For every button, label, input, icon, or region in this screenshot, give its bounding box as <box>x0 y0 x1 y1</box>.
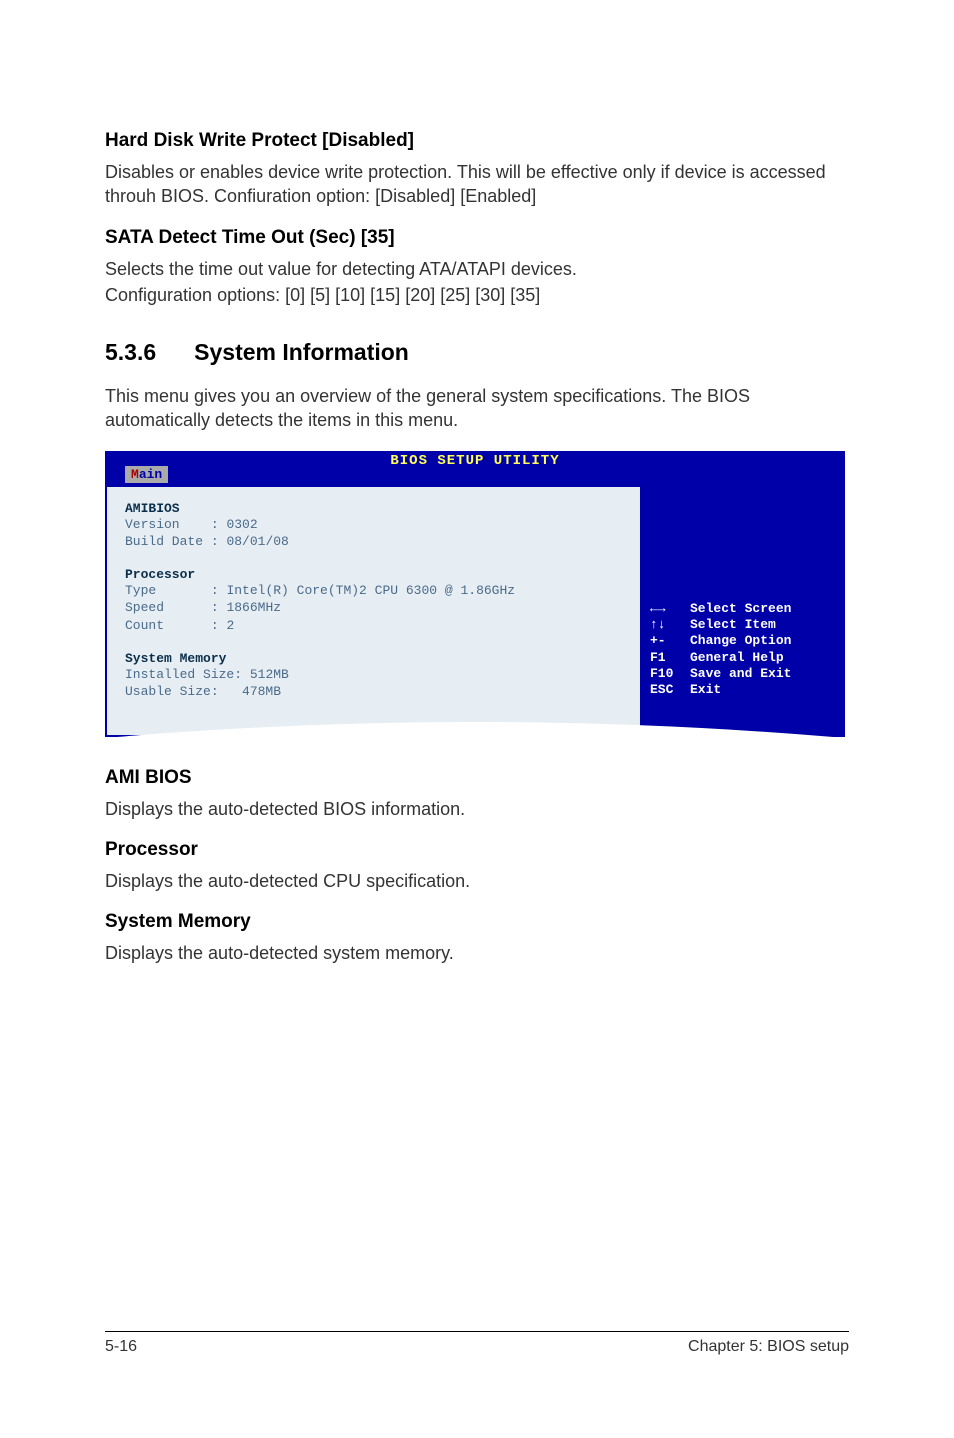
bios-help-key: ←→ <box>650 601 682 617</box>
bios-installed-value: 512MB <box>250 667 289 682</box>
bios-tab-main: Main <box>125 466 168 483</box>
bios-help-row: F10 Save and Exit <box>650 666 833 682</box>
bios-help-key: ESC <box>650 682 682 698</box>
bios-processor-title: Processor <box>125 567 622 582</box>
bios-speed-value: 1866MHz <box>226 600 281 615</box>
footer-chapter: Chapter 5: BIOS setup <box>688 1338 849 1356</box>
bios-help-action: Change Option <box>690 633 791 649</box>
bios-help-row: ESC Exit <box>650 682 833 698</box>
heading-processor: Processor <box>105 839 849 861</box>
bios-type-value: Intel(R) Core(TM)2 CPU 6300 @ 1.86GHz <box>226 583 515 598</box>
heading-sata: SATA Detect Time Out (Sec) [35] <box>105 227 849 249</box>
bios-type-row: Type : Intel(R) Core(TM)2 CPU 6300 @ 1.8… <box>125 582 622 600</box>
footer-page-num: 5-16 <box>105 1338 137 1356</box>
bios-builddate-label: Build Date : <box>125 534 219 549</box>
body-sata: Selects the time out value for detecting… <box>105 257 849 281</box>
bios-help-key: +- <box>650 633 682 649</box>
bios-help-row: ↑↓ Select Item <box>650 617 833 633</box>
bios-usable-row: Usable Size: 478MB <box>125 683 622 701</box>
bios-help-action: Select Item <box>690 617 776 633</box>
bios-installed-row: Installed Size: 512MB <box>125 666 622 684</box>
body-sata2: Configuration options: [0] [5] [10] [15]… <box>105 283 849 307</box>
bios-installed-label: Installed Size: <box>125 667 242 682</box>
sysinfo-title: System Information <box>194 339 409 366</box>
bios-screenshot: BIOS SETUP UTILITY Main AMIBIOS Version … <box>105 451 845 737</box>
bios-help-action: Select Screen <box>690 601 791 617</box>
bios-right-panel: ←→ Select Screen ↑↓ Select Item +- Change O… <box>640 487 845 737</box>
body-amibios: Displays the auto-detected BIOS informat… <box>105 797 849 821</box>
page-footer: 5-16 Chapter 5: BIOS setup <box>105 1331 849 1356</box>
bios-help-row: ←→ Select Screen <box>650 601 833 617</box>
body-sysmem: Displays the auto-detected system memory… <box>105 941 849 965</box>
bios-version-value: 0302 <box>226 517 257 532</box>
bios-count-row: Count : 2 <box>125 617 622 635</box>
bios-speed-label: Speed : <box>125 600 219 615</box>
bios-version-row: Version : 0302 <box>125 516 622 534</box>
bios-help-row: F1 General Help <box>650 650 833 666</box>
bios-speed-row: Speed : 1866MHz <box>125 599 622 617</box>
heading-amibios: AMI BIOS <box>105 767 849 789</box>
bios-help-action: General Help <box>690 650 784 666</box>
body-hdwp: Disables or enables device write protect… <box>105 160 849 209</box>
bios-help-action: Save and Exit <box>690 666 791 682</box>
bios-builddate-value: 08/01/08 <box>226 534 288 549</box>
bios-help-key: ↑↓ <box>650 617 682 633</box>
bios-help-key: F1 <box>650 650 682 666</box>
bios-help-action: Exit <box>690 682 721 698</box>
heading-hdwp: Hard Disk Write Protect [Disabled] <box>105 130 849 152</box>
heading-sysmem: System Memory <box>105 911 849 933</box>
bios-builddate-row: Build Date : 08/01/08 <box>125 533 622 551</box>
bios-count-label: Count : <box>125 618 219 633</box>
bios-amibios-title: AMIBIOS <box>125 501 622 516</box>
body-processor: Displays the auto-detected CPU specifica… <box>105 869 849 893</box>
bios-left-panel: AMIBIOS Version : 0302 Build Date : 08/0… <box>105 487 640 737</box>
bios-count-value: 2 <box>226 618 234 633</box>
sysinfo-num: 5.3.6 <box>105 339 156 366</box>
bios-usable-value: 478MB <box>242 684 281 699</box>
bios-help-row: +- Change Option <box>650 633 833 649</box>
bios-titlebar: BIOS SETUP UTILITY <box>105 451 845 469</box>
bios-type-label: Type : <box>125 583 219 598</box>
bios-memory-title: System Memory <box>125 651 622 666</box>
body-sysinfo: This menu gives you an overview of the g… <box>105 384 849 433</box>
bios-help-key: F10 <box>650 666 682 682</box>
bios-version-label: Version : <box>125 517 219 532</box>
bios-usable-label: Usable Size: <box>125 684 234 699</box>
heading-sysinfo: 5.3.6 System Information <box>105 339 849 366</box>
